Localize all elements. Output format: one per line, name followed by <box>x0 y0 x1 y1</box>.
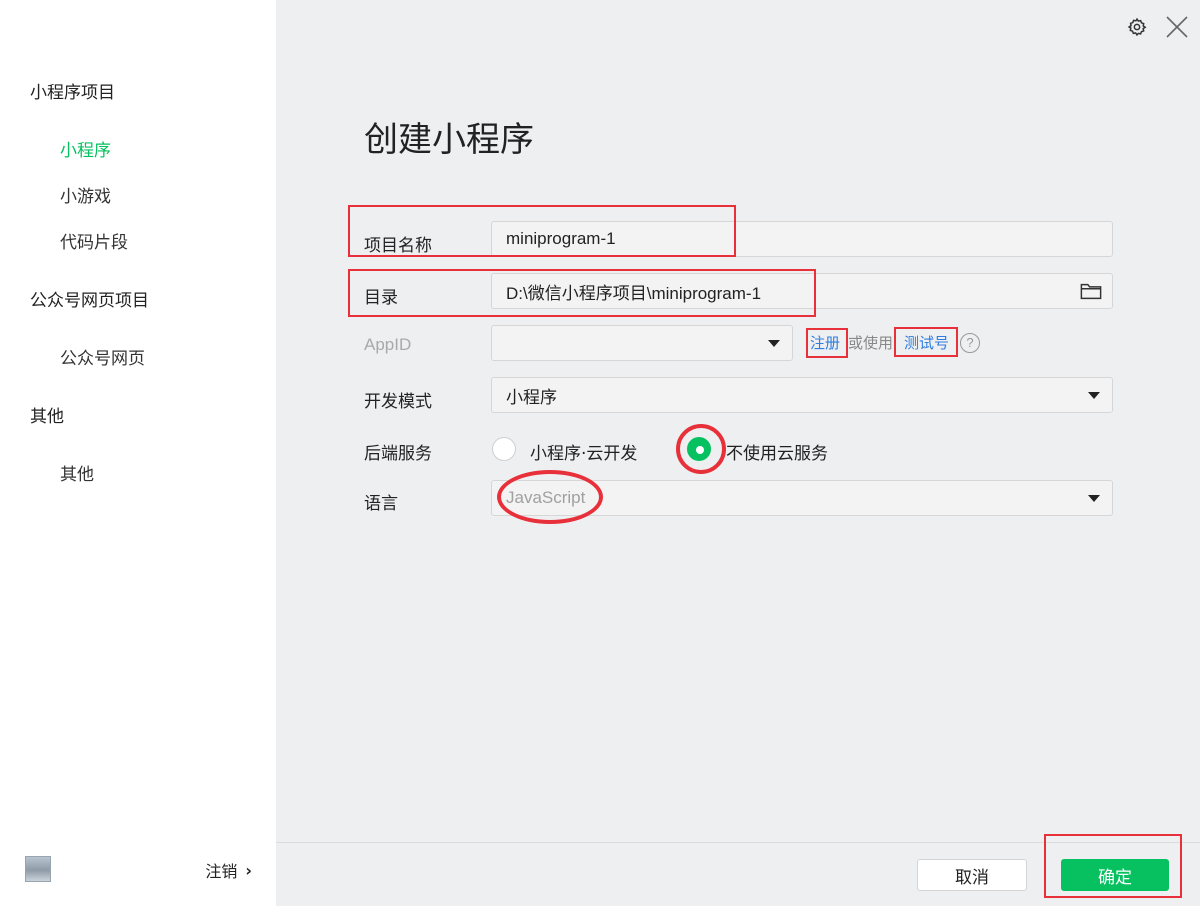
logout-button[interactable]: 注销 › <box>205 858 252 882</box>
sidebar-footer: 注销 › <box>0 840 276 906</box>
directory-input[interactable]: D:\微信小程序项目\miniprogram-1 <box>491 273 1113 309</box>
dev-mode-select[interactable]: 小程序 <box>491 377 1113 413</box>
or-use-text: 或使用 <box>848 334 894 352</box>
sidebar-group-web-projects: 公众号网页项目 <box>30 291 149 311</box>
appid-select[interactable] <box>491 325 793 361</box>
sidebar-item-web-page[interactable]: 公众号网页 <box>60 344 145 369</box>
gear-icon[interactable] <box>1124 14 1150 40</box>
sidebar-group-other: 其他 <box>30 407 64 427</box>
dev-mode-label: 开发模式 <box>364 392 432 412</box>
sidebar-item-minigame[interactable]: 小游戏 <box>60 182 111 207</box>
sidebar-item-miniprogram[interactable]: 小程序 <box>60 136 111 161</box>
main-panel: 创建小程序 项目名称 miniprogram-1 目录 D:\微信小程序项目\m… <box>276 0 1200 906</box>
directory-label: 目录 <box>364 288 398 308</box>
page-title: 创建小程序 <box>364 120 534 160</box>
dev-mode-value: 小程序 <box>506 387 557 407</box>
radio-cloud-dev-label: 小程序·云开发 <box>530 444 638 464</box>
sidebar-item-other[interactable]: 其他 <box>60 460 94 485</box>
language-label: 语言 <box>364 494 398 514</box>
chevron-down-icon <box>1088 392 1100 399</box>
help-icon[interactable]: ? <box>960 333 980 353</box>
backend-label: 后端服务 <box>364 444 432 464</box>
sidebar-item-code-snippet[interactable]: 代码片段 <box>60 228 128 253</box>
language-value: JavaScript <box>506 488 586 507</box>
radio-cloud-dev[interactable] <box>492 437 516 461</box>
confirm-button[interactable]: 确定 <box>1061 859 1169 891</box>
project-name-input[interactable]: miniprogram-1 <box>491 221 1113 257</box>
sidebar: 小程序项目 小程序 小游戏 代码片段 公众号网页项目 公众号网页 其他 其他 注… <box>0 0 276 906</box>
cancel-button[interactable]: 取消 <box>917 859 1027 891</box>
radio-no-cloud[interactable] <box>687 437 711 461</box>
register-link[interactable]: 注册 <box>810 332 840 353</box>
language-select[interactable]: JavaScript <box>491 480 1113 516</box>
radio-no-cloud-label: 不使用云服务 <box>726 444 828 464</box>
folder-icon[interactable] <box>1080 281 1102 301</box>
logout-label: 注销 <box>205 862 238 881</box>
footer-bar: 取消 确定 <box>276 842 1200 906</box>
chevron-down-icon <box>1088 495 1100 502</box>
sidebar-group-miniprogram-projects: 小程序项目 <box>30 83 115 103</box>
test-account-link[interactable]: 测试号 <box>904 332 949 353</box>
project-name-label: 项目名称 <box>364 236 432 256</box>
chevron-right-icon: › <box>245 860 252 880</box>
avatar[interactable] <box>25 856 51 882</box>
project-name-value: miniprogram-1 <box>506 229 616 248</box>
chevron-down-icon <box>768 340 780 347</box>
appid-label: AppID <box>364 335 412 354</box>
directory-value: D:\微信小程序项目\miniprogram-1 <box>506 283 762 303</box>
close-icon[interactable] <box>1164 14 1190 40</box>
window-controls <box>1124 14 1190 40</box>
